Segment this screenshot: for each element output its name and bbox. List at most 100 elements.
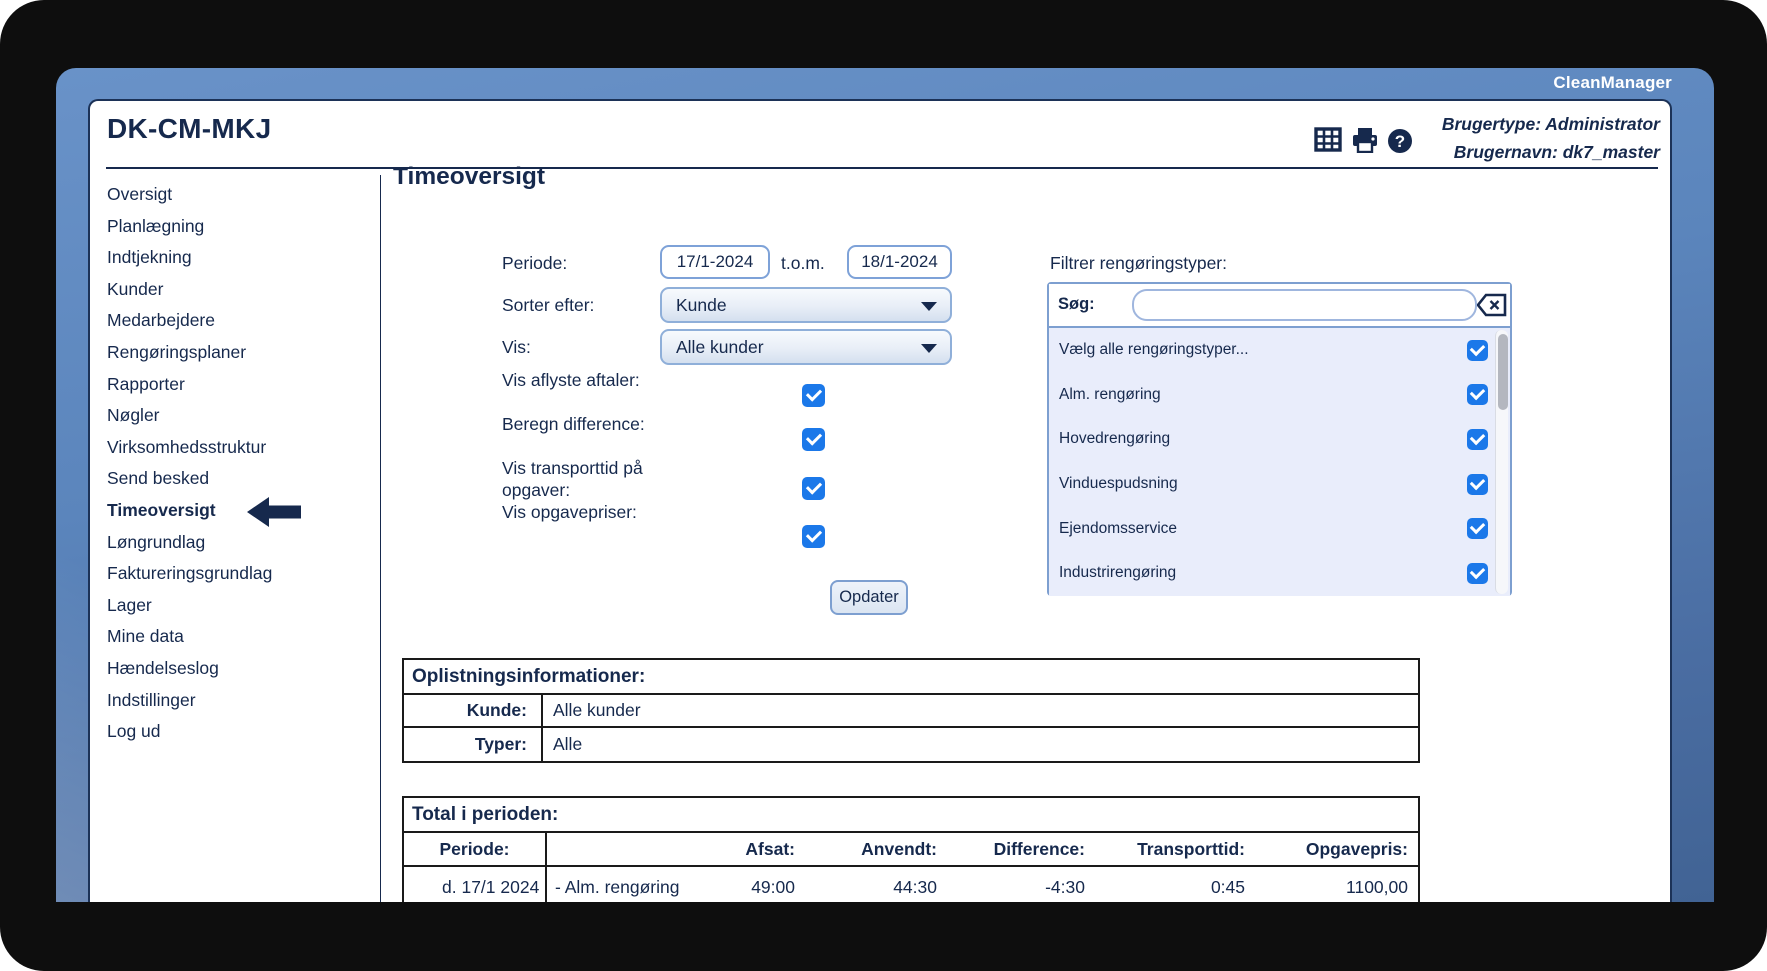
sorter-efter-value: Kunde	[676, 295, 727, 316]
sidebar-item-oversigt[interactable]: Oversigt	[107, 179, 372, 211]
vis-aflyste-aftaler-label: Vis aflyste aftaler:	[502, 369, 650, 391]
sidebar-item-label: Timeoversigt	[107, 500, 216, 520]
vis-opgavepriser-checkbox[interactable]	[802, 525, 825, 548]
sidebar-item-mine-data[interactable]: Mine data	[107, 621, 372, 653]
filter-item-vinduespudsning[interactable]: Vinduespudsning	[1049, 462, 1510, 507]
sidebar-item-virksomhedsstruktur[interactable]: Virksomhedsstruktur	[107, 432, 372, 464]
filter-list: Vælg alle rengøringstyper... Alm. rengør…	[1049, 328, 1510, 596]
date-from-input[interactable]	[660, 245, 770, 279]
chevron-down-icon	[921, 344, 937, 353]
filter-item-label: Vinduespudsning	[1059, 475, 1178, 493]
date-to-input[interactable]	[847, 245, 952, 279]
cell-anvendt: 44:30	[805, 867, 947, 902]
cell-transporttid: 0:45	[1095, 867, 1255, 902]
filter-item-checkbox[interactable]	[1467, 563, 1488, 584]
col-header-opgavepris: Opgavepris:	[1255, 833, 1418, 865]
filter-panel: Søg: Vælg alle rengøringstyper...	[1047, 282, 1512, 596]
vis-aflyste-aftaler-checkbox[interactable]	[802, 384, 825, 407]
oplistnings-table: Oplistningsinformationer: Kunde: Alle ku…	[402, 658, 1420, 763]
vis-opgavepriser-label: Vis opgavepriser:	[502, 501, 650, 523]
vis-select[interactable]: Alle kunder	[660, 329, 952, 365]
sidebar-item-indstillinger[interactable]: Indstillinger	[107, 685, 372, 717]
kunde-row-label: Kunde:	[404, 695, 543, 726]
username-label: Brugernavn: dk7_master	[1240, 142, 1660, 163]
sidebar-item-haendelseslog[interactable]: Hændelseslog	[107, 653, 372, 685]
sorter-efter-select[interactable]: Kunde	[660, 287, 952, 323]
scrollbar-thumb[interactable]	[1498, 334, 1508, 410]
total-table: Total i perioden: Periode: Afsat: Anvend…	[402, 796, 1420, 902]
browser-viewport: CleanManager DK-CM-MKJ	[56, 68, 1714, 902]
col-header-difference: Difference:	[947, 833, 1095, 865]
sidebar-item-faktureringsgrundlag[interactable]: Faktureringsgrundlag	[107, 558, 372, 590]
vis-label: Vis:	[502, 337, 531, 358]
sorter-efter-label: Sorter efter:	[502, 295, 594, 316]
filter-item-label: Vælg alle rengøringstyper...	[1059, 341, 1249, 359]
filter-item-industrirengoering[interactable]: Industrirengøring	[1049, 551, 1510, 596]
oplistnings-table-title: Oplistningsinformationer:	[404, 660, 1418, 695]
filter-item-select-all[interactable]: Vælg alle rengøringstyper...	[1049, 328, 1510, 373]
sidebar-item-noegler[interactable]: Nøgler	[107, 400, 372, 432]
sidebar-item-send-besked[interactable]: Send besked	[107, 463, 372, 495]
sidebar-item-rapporter[interactable]: Rapporter	[107, 369, 372, 401]
filter-item-label: Hovedrengøring	[1059, 430, 1170, 448]
filter-item-alm-rengoering[interactable]: Alm. rengøring	[1049, 373, 1510, 418]
filter-item-label: Alm. rengøring	[1059, 386, 1161, 404]
chevron-down-icon	[921, 302, 937, 311]
filter-title: Filtrer rengøringstyper:	[1050, 253, 1227, 274]
search-label: Søg:	[1058, 295, 1095, 314]
sidebar-divider	[380, 175, 381, 902]
filter-item-ejendomsservice[interactable]: Ejendomsservice	[1049, 506, 1510, 551]
filter-item-checkbox[interactable]	[1467, 474, 1488, 495]
sidebar-item-log-ud[interactable]: Log ud	[107, 716, 372, 748]
filter-item-label: Industrirengøring	[1059, 564, 1176, 582]
filter-item-checkbox[interactable]	[1467, 429, 1488, 450]
filter-item-checkbox[interactable]	[1467, 384, 1488, 405]
col-header-transporttid: Transporttid:	[1095, 833, 1255, 865]
total-table-data-row: d. 17/1 2024 - Alm. rengøring 49:00 44:3…	[404, 867, 1418, 902]
total-table-header-row: Periode: Afsat: Anvendt: Difference: Tra…	[404, 833, 1418, 867]
cell-difference: -4:30	[947, 867, 1095, 902]
sidebar-item-loengrundlag[interactable]: Løngrundlag	[107, 527, 372, 559]
tom-label: t.o.m.	[781, 253, 825, 274]
cell-periode: d. 17/1 2024	[404, 867, 545, 902]
sidebar-item-lager[interactable]: Lager	[107, 590, 372, 622]
vis-transporttid-checkbox[interactable]	[802, 477, 825, 500]
cell-opgavepris: 1100,00	[1255, 867, 1418, 902]
sidebar-item-indtjekning[interactable]: Indtjekning	[107, 242, 372, 274]
sidebar-item-rengoeringsplaner[interactable]: Rengøringsplaner	[107, 337, 372, 369]
sidebar-item-kunder[interactable]: Kunder	[107, 274, 372, 306]
clear-search-icon[interactable]	[1477, 293, 1507, 317]
typer-row-value: Alle	[543, 728, 1418, 761]
typer-row-label: Typer:	[404, 728, 543, 761]
sidebar-nav: Oversigt Planlægning Indtjekning Kunder …	[107, 179, 372, 748]
brand-label: CleanManager	[1553, 73, 1672, 93]
sidebar-item-timeoversigt[interactable]: Timeoversigt	[107, 495, 372, 527]
kunde-row-value: Alle kunder	[543, 695, 1418, 726]
cell-type: - Alm. rengøring	[545, 867, 705, 902]
usertype-label: Brugertype: Administrator	[1240, 114, 1660, 135]
beregn-difference-checkbox[interactable]	[802, 428, 825, 451]
periode-label: Periode:	[502, 253, 567, 274]
col-header-anvendt: Anvendt:	[805, 833, 947, 865]
filter-item-checkbox[interactable]	[1467, 340, 1488, 361]
filter-list-scrollbar[interactable]	[1495, 330, 1508, 594]
filter-item-checkbox[interactable]	[1467, 518, 1488, 539]
filter-search-row: Søg:	[1049, 284, 1510, 328]
table-row: Typer: Alle	[404, 728, 1418, 761]
content-title: Timeoversigt	[393, 163, 545, 191]
vis-value: Alle kunder	[676, 337, 764, 358]
sidebar-item-planlaegning[interactable]: Planlægning	[107, 211, 372, 243]
col-header-type	[545, 833, 705, 865]
monitor-bezel: CleanManager DK-CM-MKJ	[0, 0, 1767, 971]
col-header-periode: Periode:	[404, 833, 545, 865]
total-table-title: Total i perioden:	[404, 798, 1418, 833]
opdater-button[interactable]: Opdater	[830, 580, 908, 615]
filter-item-hovedrengoering[interactable]: Hovedrengøring	[1049, 417, 1510, 462]
sidebar-item-medarbejdere[interactable]: Medarbejdere	[107, 305, 372, 337]
search-input[interactable]	[1132, 289, 1477, 321]
header-divider	[106, 167, 1658, 169]
page-title: DK-CM-MKJ	[107, 113, 271, 145]
cell-afsat: 49:00	[705, 867, 805, 902]
filter-item-label: Ejendomsservice	[1059, 520, 1177, 538]
vis-transporttid-label: Vis transporttid på opgaver:	[502, 457, 650, 501]
